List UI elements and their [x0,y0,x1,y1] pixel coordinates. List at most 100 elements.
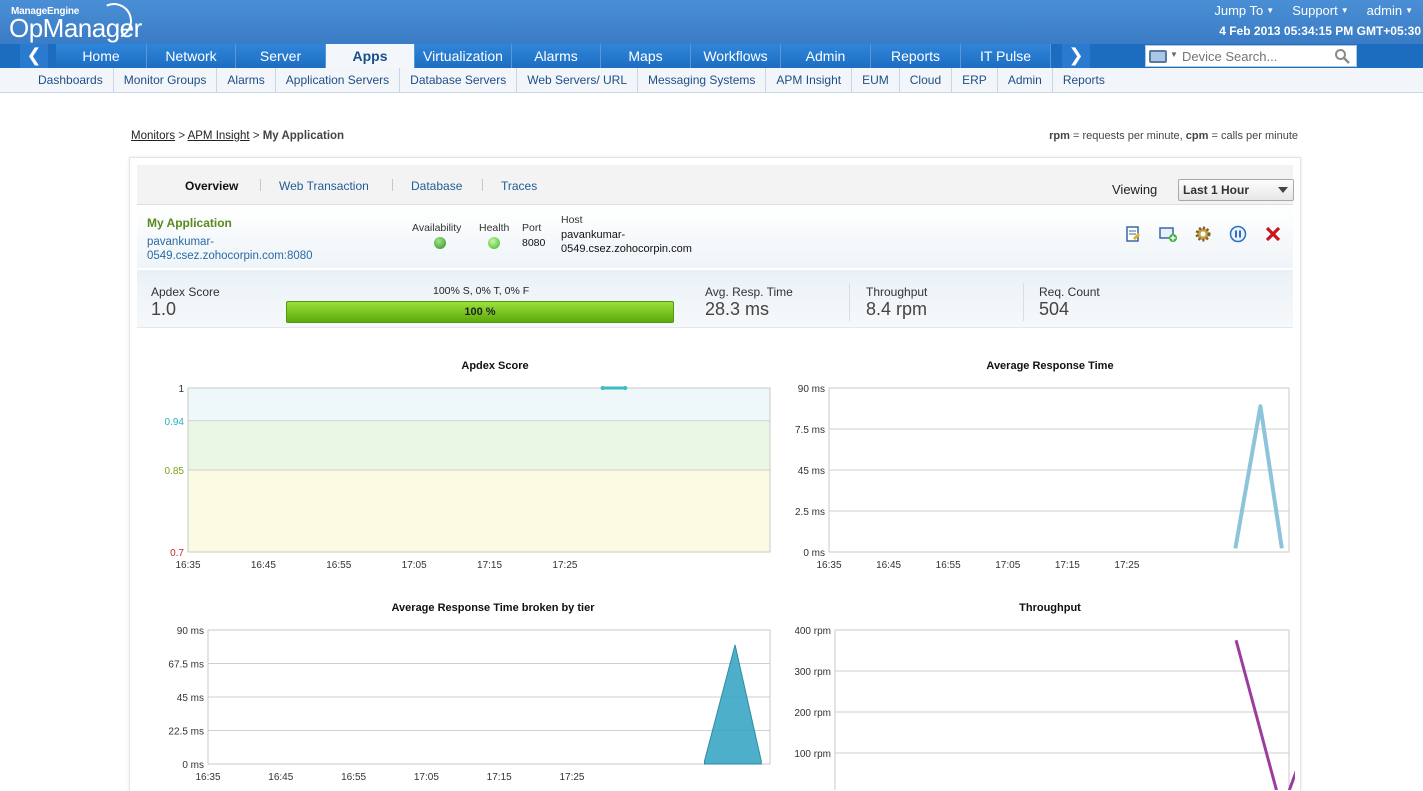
tab-divider [260,179,261,191]
y-tick-label: 67.5 ms [795,425,825,436]
monitor-icon[interactable] [1149,50,1167,63]
time-range-select[interactable]: Last 1 Hour [1178,179,1294,201]
caret-down-icon: ▼ [1266,6,1275,15]
tab-admin[interactable]: Admin [781,44,871,68]
report-icon[interactable] [1124,225,1142,243]
x-tick-label: 17:05 [995,560,1020,571]
x-tick-label: 16:55 [341,772,366,783]
subtab-apm-insight[interactable]: APM Insight [766,68,853,93]
tier-response-chart: 90 ms 67.5 ms 45 ms 22.5 ms 0 ms16:35 16:45 16… [168,626,771,783]
application-panel: Overview Web Transaction Database Traces… [129,157,1301,791]
caret-down-icon: ▼ [1340,6,1349,15]
y-tick-label: 45 ms [177,693,204,704]
app-url-link[interactable]: pavankumar-0549.csez.zohocorpin.com:8080 [147,235,347,263]
tab-traces[interactable]: Traces [501,179,537,193]
app-info-bar: My Application pavankumar-0549.csez.zoho… [137,206,1293,268]
pause-icon[interactable] [1229,225,1247,243]
time-range-value: Last 1 Hour [1183,183,1250,197]
throughput-label: Throughput [866,285,928,299]
subtab-eum[interactable]: EUM [852,68,900,93]
tab-overview[interactable]: Overview [185,179,238,193]
viewing-label: Viewing [1112,182,1158,197]
rpm-text: = requests per minute, [1069,130,1186,142]
breadcrumb-monitors[interactable]: Monitors [131,130,175,142]
y-tick-label: 200 rpm [795,708,831,719]
x-tick-label: 16:55 [326,560,351,571]
add-monitor-icon[interactable] [1159,225,1177,243]
subtab-web-servers-url[interactable]: Web Servers/ URL [517,68,639,93]
subtab-admin[interactable]: Admin [998,68,1053,93]
subtab-alarms[interactable]: Alarms [217,68,276,93]
tab-alarms[interactable]: Alarms [512,44,601,68]
nav-right-arrow-icon[interactable]: ❯ [1062,44,1090,68]
tab-maps[interactable]: Maps [601,44,691,68]
breadcrumb-separator: > [252,130,260,142]
search-icon[interactable] [1334,48,1350,64]
stat-divider [849,283,850,321]
apdex-breakdown: 100% S, 0% T, 0% F [433,285,530,297]
tab-reports[interactable]: Reports [871,44,961,68]
jump-to-menu[interactable]: Jump To ▼ [1214,3,1274,18]
admin-label: admin [1366,3,1403,18]
port-value: 8080 [522,237,546,249]
tab-network[interactable]: Network [147,44,236,68]
gear-icon[interactable] [1194,225,1212,243]
tab-it-pulse[interactable]: IT Pulse [961,44,1051,68]
nav-left-arrow-icon[interactable]: ❮ [20,44,48,68]
cpm-abbr: cpm [1185,130,1209,142]
tab-home[interactable]: Home [56,44,147,68]
x-tick-label: 17:05 [402,560,427,571]
rpm-abbr: rpm [1049,130,1070,142]
y-tick-label: 0 ms [803,548,825,559]
subtab-reports[interactable]: Reports [1053,68,1115,93]
device-search: ▼ [1145,45,1357,67]
subtab-erp[interactable]: ERP [952,68,998,93]
chart-title-tier-response: Average Response Time broken by tier [391,602,595,614]
tab-workflows[interactable]: Workflows [691,44,781,68]
tab-apps[interactable]: Apps [326,44,415,68]
sub-nav-tabs: Dashboards Monitor Groups Alarms Applica… [28,68,1115,93]
subtab-messaging-systems[interactable]: Messaging Systems [638,68,767,93]
subtab-dashboards[interactable]: Dashboards [28,68,114,93]
subtab-cloud[interactable]: Cloud [900,68,953,93]
breadcrumb-current: My Application [262,130,345,142]
req-count-value: 504 [1039,299,1070,319]
units-legend: rpm = requests per minute, cpm = calls p… [1049,130,1298,142]
tab-server[interactable]: Server [236,44,326,68]
y-tick-label: 0.94 [165,417,185,428]
subtab-database-servers[interactable]: Database Servers [400,68,518,93]
support-menu[interactable]: Support ▼ [1292,3,1348,18]
breadcrumb-apm-insight[interactable]: APM Insight [188,130,250,142]
health-status-icon [488,237,500,249]
y-tick-label: 300 rpm [795,667,831,678]
app-name: My Application [147,216,232,230]
subtab-application-servers[interactable]: Application Servers [276,68,401,93]
support-label: Support [1292,3,1338,18]
cpm-text: = calls per minute [1208,130,1298,142]
chart-title-response-time: Average Response Time [986,360,1114,372]
delete-icon[interactable] [1264,225,1282,243]
sub-navigation: Dashboards Monitor Groups Alarms Applica… [0,68,1423,93]
x-tick-label: 17:25 [552,560,577,571]
panel-tabbar: Overview Web Transaction Database Traces… [137,165,1294,205]
admin-menu[interactable]: admin ▼ [1367,3,1413,18]
subtab-monitor-groups[interactable]: Monitor Groups [114,68,218,93]
y-tick-label: 400 rpm [795,626,831,637]
device-search-input[interactable] [1182,48,1332,64]
x-tick-label: 17:25 [559,772,584,783]
tab-database[interactable]: Database [411,179,462,193]
y-tick-label: 22.5 ms [795,507,825,518]
tab-virtualization[interactable]: Virtualization [415,44,512,68]
x-tick-label: 16:45 [268,772,293,783]
x-tick-label: 17:05 [414,772,439,783]
tab-web-transaction[interactable]: Web Transaction [279,179,369,193]
current-datetime: 4 Feb 2013 05:34:15 PM GMT+05:30 [1219,24,1421,38]
x-tick-label: 16:35 [195,772,220,783]
y-tick-label: 100 rpm [795,749,831,760]
top-links: Jump To ▼ Support ▼ admin ▼ [1214,3,1413,18]
chevron-down-icon[interactable]: ▼ [1170,50,1178,59]
apdex-chart: 1 0.94 0.85 0.716:35 16:45 16:55 17:05 17:15 17:… [165,384,771,571]
app-actions [1124,225,1282,243]
top-header: ManageEngine OpManager Jump To ▼ Support ▼… [0,0,1423,45]
availability-up-icon [434,237,446,249]
